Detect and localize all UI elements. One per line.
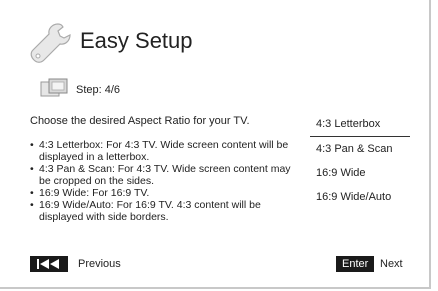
wrench-icon bbox=[30, 23, 71, 63]
description-item: 16:9 Wide: For 16:9 TV. bbox=[30, 187, 300, 199]
screen-aspect-icon bbox=[40, 78, 68, 97]
aspect-ratio-options: 4:3 Letterbox 4:3 Pan & Scan 16:9 Wide 1… bbox=[310, 112, 410, 209]
enter-key: Enter bbox=[336, 256, 375, 272]
option-16-9-wide[interactable]: 16:9 Wide bbox=[310, 161, 410, 185]
description-item: 4:3 Letterbox: For 4:3 TV. Wide screen c… bbox=[30, 139, 300, 163]
option-16-9-wide-auto[interactable]: 16:9 Wide/Auto bbox=[310, 185, 410, 209]
previous-label: Previous bbox=[78, 258, 121, 270]
step-label: Step: 4/6 bbox=[76, 84, 121, 96]
option-4-3-pan-scan[interactable]: 4:3 Pan & Scan bbox=[310, 137, 410, 161]
question-text: Choose the desired Aspect Ratio for your… bbox=[30, 115, 250, 127]
next-label: Next bbox=[380, 258, 403, 270]
skip-back-icon bbox=[30, 256, 68, 272]
description-item: 4:3 Pan & Scan: For 4:3 TV. Wide screen … bbox=[30, 163, 300, 187]
description-item: 16:9 Wide/Auto: For 16:9 TV. 4:3 content… bbox=[30, 199, 300, 223]
option-4-3-letterbox[interactable]: 4:3 Letterbox bbox=[310, 112, 410, 137]
option-descriptions: 4:3 Letterbox: For 4:3 TV. Wide screen c… bbox=[30, 139, 300, 223]
page-title: Easy Setup bbox=[80, 28, 193, 53]
